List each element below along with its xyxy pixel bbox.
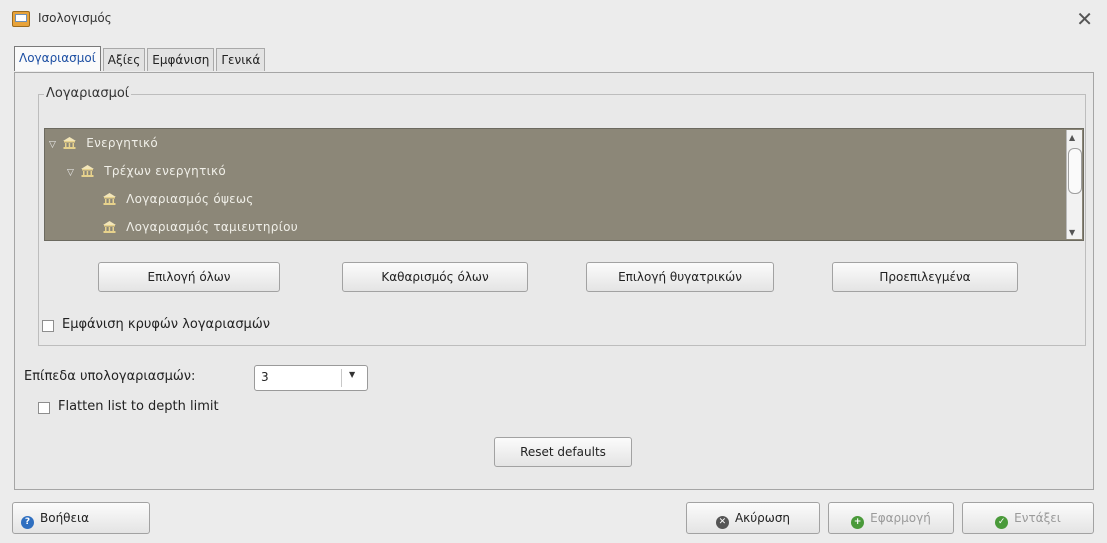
close-icon[interactable]: ✕: [1076, 7, 1093, 31]
tab-accounts[interactable]: Λογαριασμοί: [14, 46, 101, 71]
scrollbar-thumb[interactable]: [1068, 148, 1082, 194]
subaccount-levels-label: Επίπεδα υπολογαριασμών:: [24, 369, 196, 384]
clear-all-button[interactable]: Καθαρισμός όλων: [342, 262, 528, 292]
apply-label: Εφαρμογή: [870, 511, 931, 525]
bank-icon: [81, 165, 95, 177]
expand-triangle-icon[interactable]: ▽: [67, 159, 77, 187]
tree-row-label: Λογαριασμός όψεως: [126, 192, 254, 206]
bank-icon: [103, 221, 116, 233]
tree-row-checking[interactable]: Λογαριασμός όψεως: [103, 185, 1107, 213]
scroll-up-icon[interactable]: ▲: [1069, 133, 1075, 142]
show-hidden-label: Εμφάνιση κρυφών λογαριασμών: [62, 317, 270, 332]
dropdown-arrow-icon[interactable]: ▼: [349, 370, 355, 379]
tree-row-savings[interactable]: Λογαριασμός ταμιευτηρίου: [103, 213, 1107, 241]
subaccount-levels-value: 3: [261, 370, 269, 384]
ok-button[interactable]: ✓ Εντάξει: [962, 502, 1094, 534]
window-title: Ισολογισμός: [38, 11, 112, 25]
scroll-down-icon[interactable]: ▼: [1069, 228, 1075, 237]
expand-triangle-icon[interactable]: ▽: [49, 131, 59, 159]
tab-bar: Λογαριασμοί Αξίες Εμφάνιση Γενικά: [14, 46, 267, 72]
help-label: Βοήθεια: [40, 511, 89, 525]
accounts-frame-label: Λογαριασμοί: [44, 86, 132, 101]
tree-row-label: Τρέχων ενεργητικό: [104, 164, 226, 178]
help-icon: ?: [21, 516, 34, 529]
select-children-button[interactable]: Επιλογή θυγατρικών: [586, 262, 774, 292]
show-hidden-checkbox[interactable]: [42, 320, 54, 332]
tab-values[interactable]: Αξίες: [102, 48, 146, 71]
help-button[interactable]: ? Βοήθεια: [12, 502, 150, 534]
cancel-button[interactable]: ✕ Ακύρωση: [686, 502, 820, 534]
select-all-button[interactable]: Επιλογή όλων: [98, 262, 280, 292]
ok-label: Εντάξει: [1014, 511, 1061, 525]
tree-row-label: Ενεργητικό: [86, 136, 159, 150]
ok-icon: ✓: [995, 516, 1009, 529]
tab-display[interactable]: Εμφάνιση: [147, 48, 215, 71]
cancel-label: Ακύρωση: [734, 511, 791, 525]
cancel-icon: ✕: [715, 516, 729, 529]
tree-row-current-assets[interactable]: ▽ Τρέχων ενεργητικό: [67, 157, 1077, 185]
apply-icon: +: [851, 516, 865, 529]
tree-scrollbar[interactable]: ▲ ▼: [1066, 130, 1082, 239]
tree-row-assets[interactable]: ▽ Ενεργητικό: [49, 129, 1059, 157]
combo-separator: [341, 369, 342, 387]
defaults-button[interactable]: Προεπιλεγμένα: [832, 262, 1018, 292]
flatten-checkbox[interactable]: [38, 402, 50, 414]
apply-button[interactable]: + Εφαρμογή: [828, 502, 954, 534]
title-bar: Ισολογισμός ✕: [0, 0, 1107, 38]
flatten-label: Flatten list to depth limit: [58, 399, 219, 414]
tree-row-label: Λογαριασμός ταμιευτηρίου: [126, 220, 298, 234]
tab-general[interactable]: Γενικά: [216, 48, 266, 71]
accounts-tree[interactable]: ▽ Ενεργητικό ▽ Τρέχων ενεργητικό Λογαρια…: [44, 128, 1084, 241]
bank-icon: [103, 193, 116, 205]
bank-icon: [63, 137, 77, 149]
subaccount-levels-select[interactable]: 3 ▼: [254, 365, 368, 391]
reset-defaults-button[interactable]: Reset defaults: [494, 437, 632, 467]
app-icon: [12, 11, 30, 27]
